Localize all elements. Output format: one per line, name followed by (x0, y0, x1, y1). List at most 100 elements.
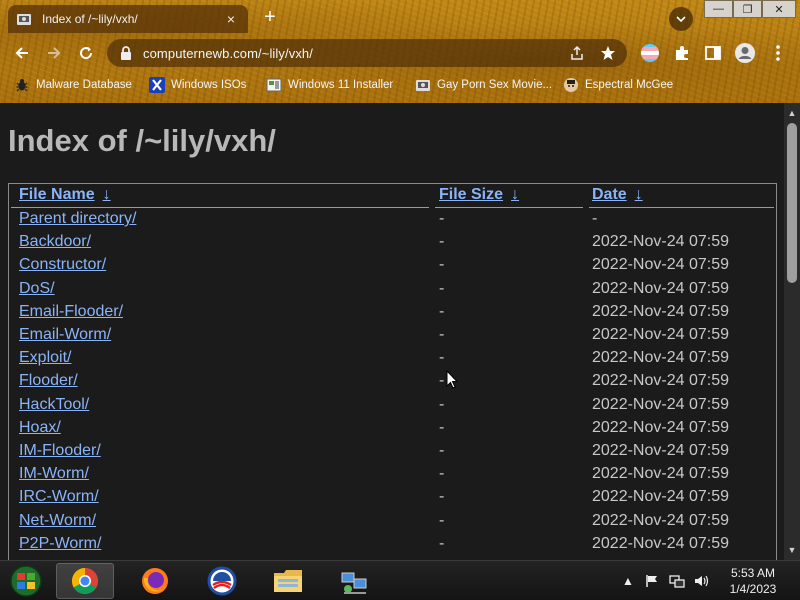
file-name-link[interactable]: Net-Worm/ (19, 512, 96, 530)
system-clock[interactable]: 5:53 AM 1/4/2023 (718, 565, 788, 597)
forward-button[interactable] (41, 40, 67, 66)
taskbar-network[interactable] (325, 563, 383, 599)
reload-button[interactable] (73, 40, 99, 66)
mouse-cursor-icon (446, 370, 458, 389)
bookmark-windows-isos[interactable]: Windows ISOs (149, 75, 246, 95)
browser-tab[interactable]: Index of /~lily/vxh/ × (8, 5, 248, 33)
bookmark-malware-database[interactable]: Malware Database (14, 75, 132, 95)
file-size-cell: - (439, 488, 445, 506)
taskbar: ▲ 5:53 AM 1/4/2023 (0, 560, 800, 600)
date-cell: 2022-Nov-24 07:59 (592, 395, 729, 413)
reload-icon (80, 47, 93, 60)
file-size-cell: - (439, 326, 445, 343)
side-panel-icon[interactable] (702, 42, 724, 64)
action-center-flag-icon[interactable] (642, 561, 662, 600)
tab-search-button[interactable] (669, 7, 693, 31)
file-size-cell: - (439, 534, 445, 552)
start-button[interactable] (6, 564, 46, 598)
scroll-down-icon[interactable]: ▼ (784, 542, 800, 558)
table-row: Constructor/ - 2022-Nov-24 07:59 (9, 256, 776, 279)
date-cell: 2022-Nov-24 07:59 (592, 349, 729, 367)
date-cell: - (592, 210, 598, 227)
column-header-file-size[interactable]: File Size ↓ (439, 186, 519, 204)
file-size-cell: - (439, 465, 445, 483)
extensions-puzzle-icon[interactable] (671, 42, 693, 64)
scrollbar-thumb[interactable] (787, 123, 797, 283)
date-cell: 2022-Nov-24 07:59 (592, 488, 729, 506)
menu-dots-icon[interactable] (767, 42, 789, 64)
file-name-link[interactable]: P2P-Worm/ (19, 535, 101, 553)
file-size-cell: - (439, 233, 445, 251)
date-cell: 2022-Nov-24 07:59 (592, 465, 729, 483)
file-name-link[interactable]: Exploit/ (19, 349, 71, 367)
file-name-link[interactable]: Email-Worm/ (19, 326, 111, 344)
file-name-link[interactable]: HackTool/ (19, 396, 89, 414)
bookmark-label: Windows 11 Installer (288, 79, 394, 91)
date-cell: 2022-Nov-24 07:59 (592, 511, 729, 529)
network-status-icon[interactable] (667, 561, 687, 600)
start-orb-icon (10, 565, 42, 597)
lock-icon (119, 45, 135, 61)
file-name-link[interactable]: Flooder/ (19, 372, 78, 390)
file-name-link[interactable]: Email-Flooder/ (19, 303, 123, 321)
file-name-link[interactable]: Backdoor/ (19, 233, 91, 251)
bookmark-windows-11-installer[interactable]: Windows 11 Installer (266, 75, 393, 95)
table-row: Email-Worm/ - 2022-Nov-24 07:59 (9, 326, 776, 349)
taskbar-firefox[interactable] (126, 563, 184, 599)
minimize-button[interactable]: — (704, 0, 733, 18)
file-name-link[interactable]: Constructor/ (19, 256, 106, 274)
date-cell: 2022-Nov-24 07:59 (592, 256, 729, 274)
column-header-date[interactable]: Date ↓ (592, 186, 643, 204)
column-header-label: File Size (439, 186, 504, 203)
taskbar-file-explorer[interactable] (259, 563, 317, 599)
address-bar[interactable]: computernewb.com/~lily/vxh/ (107, 39, 627, 67)
column-header-label: Date (592, 186, 627, 203)
listing-header-row: File Name ↓ File Size ↓ Date ↓ (9, 186, 776, 209)
pride-flag-extension-icon[interactable] (639, 42, 661, 64)
new-tab-button[interactable]: + (258, 6, 282, 30)
file-size-cell: - (439, 511, 445, 529)
site-icon (415, 77, 431, 93)
table-row: Exploit/ - 2022-Nov-24 07:59 (9, 349, 776, 372)
image-icon (266, 77, 282, 93)
obama-logo-icon (207, 566, 237, 596)
table-row: HackTool/ - 2022-Nov-24 07:59 (9, 396, 776, 419)
share-icon[interactable] (568, 44, 586, 62)
file-name-link[interactable]: IM-Worm/ (19, 465, 89, 483)
file-name-link[interactable]: Hoax/ (19, 419, 61, 437)
table-row: IM-Worm/ - 2022-Nov-24 07:59 (9, 465, 776, 488)
network-icon (341, 572, 367, 594)
page-viewport: Index of /~lily/vxh/ File Name ↓ File Siz… (0, 103, 784, 560)
bookmark-label: Windows ISOs (171, 79, 247, 91)
bookmark-espectral-mcgee[interactable]: Espectral McGee (563, 75, 673, 95)
file-name-link[interactable]: Parent directory/ (19, 210, 136, 228)
back-arrow-icon (15, 47, 28, 59)
scroll-up-icon[interactable]: ▲ (784, 105, 800, 121)
volume-icon[interactable] (692, 561, 712, 600)
url-text: computernewb.com/~lily/vxh/ (143, 45, 313, 61)
vertical-scrollbar[interactable]: ▲ ▼ (784, 103, 800, 560)
show-hidden-icons-icon[interactable]: ▲ (620, 561, 636, 600)
tab-close-icon[interactable]: × (222, 11, 240, 27)
bookmarks-bar: Malware Database Windows ISOs Windows 11… (0, 72, 800, 98)
file-name-link[interactable]: DoS/ (19, 280, 55, 298)
file-name-link[interactable]: IM-Flooder/ (19, 442, 101, 460)
back-button[interactable] (9, 40, 35, 66)
file-size-cell: - (439, 395, 445, 413)
bookmark-star-icon[interactable] (599, 44, 617, 62)
tab-favicon-icon (16, 11, 32, 27)
column-header-file-name[interactable]: File Name ↓ (19, 186, 111, 204)
taskbar-obama[interactable] (193, 563, 251, 599)
profile-avatar-icon[interactable] (734, 42, 756, 64)
file-name-link[interactable]: IRC-Worm/ (19, 488, 99, 506)
bookmark-site[interactable]: Gay Porn Sex Movie... (415, 75, 552, 95)
file-size-cell: - (439, 349, 445, 367)
clock-date: 1/4/2023 (729, 582, 777, 596)
table-row: Email-Flooder/ - 2022-Nov-24 07:59 (9, 303, 776, 326)
firefox-icon (142, 568, 168, 594)
table-row: IRC-Worm/ - 2022-Nov-24 07:59 (9, 488, 776, 511)
table-row: IM-Flooder/ - 2022-Nov-24 07:59 (9, 442, 776, 465)
taskbar-chrome[interactable] (56, 563, 114, 599)
close-window-button[interactable]: ✕ (762, 0, 796, 18)
maximize-button[interactable]: ❐ (733, 0, 762, 18)
